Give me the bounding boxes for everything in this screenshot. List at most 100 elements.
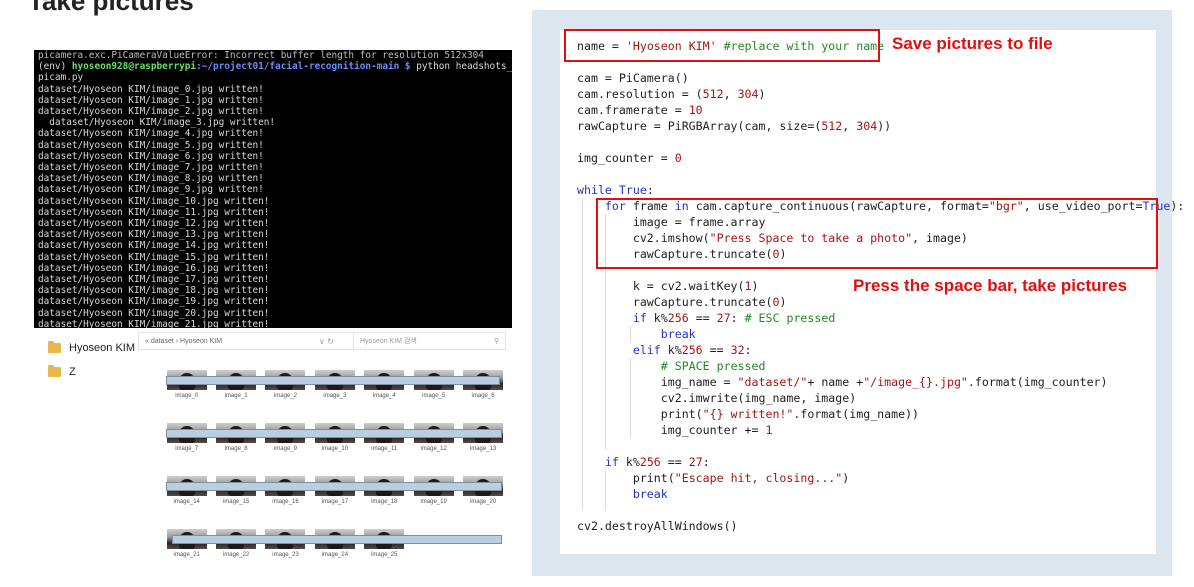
redaction-bar [166, 376, 500, 385]
code-token: k% [646, 311, 668, 325]
file-name: image_8 [224, 446, 248, 452]
code-line: cv2.imwrite(img_name, image) [577, 390, 1184, 406]
terminal-prompt-line: (env) hyoseon928@raspberrypi:~/project01… [34, 61, 512, 72]
code-token: while [577, 183, 612, 197]
code-token: "/image_{}.jpg" [863, 375, 968, 389]
code-line: cam.resolution = (512, 304) [577, 86, 1184, 102]
file-name: image_0 [175, 393, 199, 399]
search-box[interactable]: Hyoseon KIM 검색 ⚲ [353, 333, 505, 349]
file-name: image_19 [420, 499, 447, 505]
code-token: == [702, 343, 731, 357]
code-token: "dataset/" [737, 375, 808, 389]
terminal-output-line: dataset/Hyoseon KIM/image_10.jpg written… [38, 195, 270, 207]
prompt-path: :~/project01/facial-recognition-main $ [196, 61, 417, 73]
code-token: cam.resolution = ( [577, 87, 703, 101]
code-token: 512 [702, 87, 724, 101]
file-explorer-window: Hyoseon KIM Z « dataset › Hyoseon KIM ∨ … [30, 328, 512, 580]
code-token: "Escape hit, closing..." [674, 471, 843, 485]
code-token: cam = PiCamera() [577, 71, 689, 85]
code-line: elif k%256 == 32: [577, 342, 1184, 358]
code-token: k% [618, 455, 640, 469]
code-token: rawCapture = PiRGBArray(cam, size=( [577, 119, 822, 133]
highlight-box-loop [596, 198, 1158, 269]
thumbnail-row: image_7 image_8 image_9 image_10 image_11 ima… [162, 423, 508, 476]
code-token: 256 [639, 455, 661, 469]
file-name: image_20 [469, 499, 497, 505]
code-line: cam = PiCamera() [577, 70, 1184, 86]
code-token: )) [877, 119, 892, 133]
code-token: cv2.imwrite(img_name, image) [577, 391, 857, 405]
code-line: rawCapture = PiRGBArray(cam, size=(512, … [577, 118, 1184, 134]
code-token: : [730, 311, 745, 325]
terminal-window[interactable]: picamera.exc.PiCameraValueError: Incorre… [34, 50, 512, 368]
thumbnail-grid: image_0 image_1 image_2 image_3 image_4 image… [162, 370, 508, 582]
code-line: img_counter = 0 [577, 150, 1184, 166]
code-token: 27 [716, 311, 731, 325]
refresh-icon[interactable]: ∨ ↻ [319, 337, 353, 346]
terminal-error-line: picamera.exc.PiCameraValueError: Incorre… [38, 50, 484, 61]
redaction-bar [166, 482, 502, 491]
code-token: # SPACE pressed [660, 359, 766, 373]
code-token: ) [779, 295, 787, 309]
code-token: img_counter = [577, 151, 675, 165]
search-icon[interactable]: ⚲ [494, 337, 499, 345]
terminal-output-line: dataset/Hyoseon KIM/image_9.jpg written! [38, 184, 264, 196]
file-name: image_3 [323, 393, 347, 399]
thumbnail-row: image_14 image_15 image_16 image_17 image_18… [162, 476, 508, 529]
code-line: print("Escape hit, closing...") [577, 470, 1184, 486]
terminal-output-line: dataset/Hyoseon KIM/image_17.jpg written… [38, 274, 270, 286]
terminal-output-line: dataset/Hyoseon KIM/image_13.jpg written… [38, 229, 270, 241]
code-token: rawCapture.truncate( [577, 295, 773, 309]
code-token: + name + [807, 375, 864, 389]
code-token: img_counter += [577, 423, 766, 437]
code-token: "{} written!" [702, 407, 794, 421]
file-name: image_24 [321, 552, 349, 558]
code-token: , [842, 119, 857, 133]
code-token: 304 [856, 119, 878, 133]
sidebar-item-z[interactable]: Z [48, 360, 158, 384]
code-token: == [660, 455, 689, 469]
file-name: image_5 [422, 393, 446, 399]
search-input[interactable]: Hyoseon KIM 검색 [360, 336, 417, 346]
sidebar-item-label: Z [69, 366, 76, 378]
terminal-output-line: dataset/Hyoseon KIM/image_12.jpg written… [38, 218, 270, 230]
file-name: image_16 [272, 499, 299, 505]
folder-icon [48, 341, 61, 353]
terminal-output-line: dataset/Hyoseon KIM/image_5.jpg written! [38, 139, 264, 151]
code-line: print("{} written!".format(img_name)) [577, 406, 1184, 422]
code-token: 0 [674, 151, 682, 165]
code-token: break [660, 327, 696, 341]
code-token: 304 [737, 87, 759, 101]
terminal-output-line: dataset/Hyoseon KIM/image_3.jpg written! [38, 117, 276, 129]
explorer-address-bar[interactable]: « dataset › Hyoseon KIM ∨ ↻ Hyoseon KIM … [138, 332, 506, 350]
code-token: ): [1170, 199, 1185, 213]
annotation-press-space: Press the space bar, take pictures [853, 276, 1128, 295]
code-token: if [604, 455, 619, 469]
code-token: ) [758, 87, 766, 101]
code-token: 512 [821, 119, 843, 133]
breadcrumb[interactable]: « dataset › Hyoseon KIM [139, 338, 319, 345]
code-token: : [702, 455, 710, 469]
code-line: break [577, 486, 1184, 502]
file-name: image_21 [173, 552, 200, 558]
file-name: image_9 [273, 446, 297, 452]
code-line: if k%256 == 27: # ESC pressed [577, 310, 1184, 326]
annotation-save: Save pictures to file [892, 34, 1053, 53]
code-token: break [632, 487, 668, 501]
file-name: image_2 [273, 393, 297, 399]
code-token: ) [842, 471, 850, 485]
file-name: image_22 [222, 552, 250, 558]
terminal-command-cont: picam.py [38, 72, 84, 84]
file-name: image_10 [321, 446, 349, 452]
file-name: image_1 [224, 393, 248, 399]
code-token: print( [577, 471, 675, 485]
code-line: # SPACE pressed [577, 358, 1184, 374]
code-token: elif [632, 343, 661, 357]
